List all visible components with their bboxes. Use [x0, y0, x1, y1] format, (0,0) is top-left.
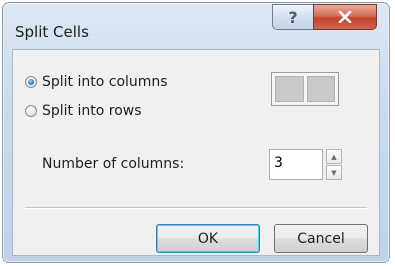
- split-columns-option[interactable]: Split into columns: [25, 74, 168, 90]
- number-of-columns-spinner[interactable]: ▲ ▼: [326, 149, 342, 180]
- split-columns-radio[interactable]: [25, 76, 37, 88]
- preview-cell-left: [275, 76, 304, 102]
- spin-down-button[interactable]: ▼: [326, 165, 342, 180]
- title-bar[interactable]: Split Cells ?: [3, 3, 389, 47]
- help-icon: ?: [288, 7, 298, 27]
- cancel-button[interactable]: Cancel: [274, 224, 368, 253]
- split-rows-option[interactable]: Split into rows: [25, 103, 142, 119]
- help-button[interactable]: ?: [272, 4, 314, 30]
- arrow-up-icon: ▲: [331, 152, 337, 161]
- ok-button[interactable]: OK: [156, 224, 260, 253]
- split-preview-icon: [271, 72, 339, 106]
- split-columns-label: Split into columns: [42, 74, 168, 90]
- split-cells-dialog: Split Cells ? Split into columns Split i…: [2, 2, 390, 263]
- preview-cell-right: [306, 76, 335, 102]
- divider: [25, 207, 367, 209]
- close-icon: [338, 11, 352, 23]
- arrow-down-icon: ▼: [331, 168, 337, 177]
- split-rows-radio[interactable]: [25, 105, 37, 117]
- spin-up-button[interactable]: ▲: [326, 149, 342, 164]
- number-of-columns-label: Number of columns:: [42, 156, 185, 172]
- number-of-columns-input[interactable]: 3: [269, 149, 323, 180]
- dialog-body: Split into columns Split into rows Numbe…: [12, 49, 380, 256]
- split-rows-label: Split into rows: [42, 103, 142, 119]
- dialog-title: Split Cells: [15, 23, 89, 41]
- close-button[interactable]: [313, 4, 377, 30]
